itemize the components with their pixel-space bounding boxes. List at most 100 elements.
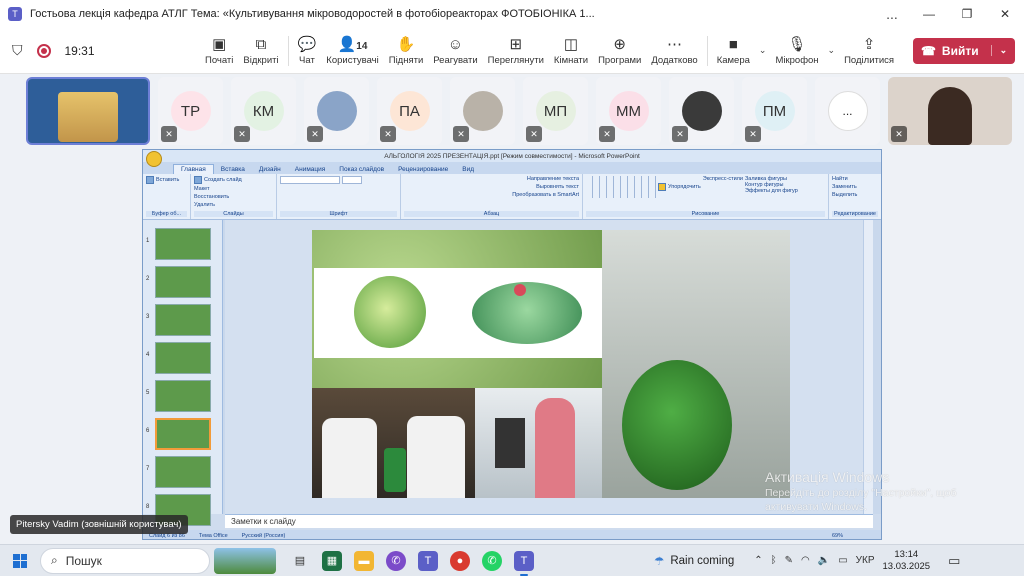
ribbon-tab[interactable]: Вставка <box>214 165 252 174</box>
shape-effects-button[interactable]: Эффекты для фигур <box>745 188 798 194</box>
delete-slide-button[interactable]: Удалить <box>194 202 273 208</box>
slide-thumbnail[interactable] <box>155 456 211 488</box>
more-options-icon[interactable]: ... <box>874 6 910 22</box>
viber-icon[interactable]: ✆ <box>386 550 406 571</box>
leave-options-chevron-icon[interactable]: ⌄ <box>990 45 1007 56</box>
ribbon-tab[interactable]: Вид <box>455 165 481 174</box>
whatsapp-icon[interactable]: ✆ <box>482 550 502 571</box>
start-button[interactable] <box>0 553 40 568</box>
replace-button[interactable]: Заменить <box>832 184 878 190</box>
participant-tile[interactable]: ПА ✕ <box>377 77 442 145</box>
create-slide-button[interactable]: Создать слайд <box>194 176 273 184</box>
file-explorer-icon[interactable]: ▬ <box>354 550 374 571</box>
raise-hand-button[interactable]: ✋ Підняти <box>384 28 429 74</box>
text-direction-button[interactable]: Направление текста <box>527 176 579 182</box>
restore-button[interactable]: ❐ <box>948 0 986 28</box>
camera-button[interactable]: ■ Камера <box>712 28 755 74</box>
find-button[interactable]: Найти <box>832 176 878 182</box>
current-slide[interactable] <box>312 230 790 498</box>
slide-thumbnail[interactable] <box>155 228 211 260</box>
ribbon-tab[interactable]: Рецензирование <box>391 165 455 174</box>
taskbar-search[interactable]: ⌕ Пошук <box>40 547 210 574</box>
participant-tile[interactable]: ТР ✕ <box>158 77 223 145</box>
group-font: Шрифт <box>277 174 401 219</box>
quick-styles-button[interactable]: Экспресс-стили <box>703 176 743 198</box>
participant-tile[interactable]: ПМ ✕ <box>742 77 807 145</box>
participant-tile[interactable]: ММ ✕ <box>596 77 661 145</box>
chevron-up-icon[interactable]: ⌃ <box>754 555 762 566</box>
presenter-tile[interactable] <box>26 77 150 145</box>
office-button-icon[interactable] <box>146 151 162 167</box>
slide-thumbnail[interactable] <box>155 380 211 412</box>
shared-button[interactable]: ⧉ Відкриті <box>238 28 283 74</box>
participant-tile[interactable]: МП ✕ <box>523 77 588 145</box>
notifications-icon[interactable]: ▭ <box>948 553 960 569</box>
ppt-status-bar: Слайд 6 из 86 Тема Office Русский (Росси… <box>143 530 881 539</box>
shapes-gallery[interactable] <box>586 176 656 198</box>
pen-icon[interactable]: ✎ <box>785 555 793 566</box>
battery-icon[interactable]: ▭ <box>838 555 847 566</box>
shield-icon[interactable]: ⛉ <box>12 42 23 59</box>
ppt-title-bar: АЛЬГОЛОГІЯ 2025 ПРЕЗЕНТАЦІЯ.ppt [Режим с… <box>143 150 881 167</box>
close-button[interactable]: ✕ <box>986 0 1024 28</box>
minimize-button[interactable]: — <box>910 0 948 28</box>
ribbon-tab[interactable]: Главная <box>173 164 214 174</box>
font-name-field[interactable] <box>280 176 340 184</box>
select-button[interactable]: Выделить <box>832 192 878 198</box>
react-button[interactable]: ☺ Реагувати <box>428 28 482 74</box>
language-indicator[interactable]: УКР <box>856 555 875 566</box>
ribbon-tab[interactable]: Показ слайдов <box>332 165 391 174</box>
self-tile[interactable]: ✕ <box>888 77 1012 145</box>
smartart-button[interactable]: Преобразовать в SmartArt <box>512 192 579 198</box>
slide-thumbnail[interactable] <box>155 266 211 298</box>
restore-layout-button[interactable]: Восстановить <box>194 194 273 200</box>
notes-field[interactable]: Заметки к слайду <box>225 514 873 528</box>
mic-options-chevron-icon[interactable]: ⌄ <box>828 45 836 56</box>
participant-tile[interactable]: ✕ <box>450 77 515 145</box>
cell-diagram-image <box>314 268 602 358</box>
participant-tile-more[interactable]: ... <box>815 77 880 145</box>
clock[interactable]: 13:14 13.03.2025 <box>883 549 931 573</box>
view-button[interactable]: ⊞ Переглянути <box>483 28 549 74</box>
leave-button[interactable]: ☎ Вийти ⌄ <box>913 37 1016 64</box>
ribbon-tab[interactable]: Анимация <box>288 165 333 174</box>
teams-active-icon[interactable]: T <box>514 550 534 576</box>
notes-icon: ▣ <box>212 36 227 53</box>
status-zoom[interactable]: 69% <box>832 533 843 539</box>
notes-button[interactable]: ▣ Початі <box>200 28 238 74</box>
grid-icon: ⊞ <box>509 36 523 53</box>
wifi-icon[interactable]: ◠ <box>801 555 810 566</box>
participant-tile[interactable]: КМ ✕ <box>231 77 296 145</box>
participant-tile[interactable]: ✕ <box>304 77 369 145</box>
layout-button[interactable]: Макет <box>194 186 273 192</box>
slide-thumbnail[interactable] <box>155 418 211 450</box>
mic-button[interactable]: 🎙 Мікрофон <box>770 28 823 74</box>
paste-button[interactable]: Вставить <box>146 176 179 184</box>
avatar-initials: МП <box>535 91 576 131</box>
ribbon-tab[interactable]: Дизайн <box>252 165 288 174</box>
teams-taskbar-icon[interactable]: T <box>418 550 438 571</box>
slide-number: 8 <box>146 504 150 510</box>
task-view-icon[interactable]: ▤ <box>290 551 310 571</box>
bluetooth-icon[interactable]: ᛒ <box>771 555 777 566</box>
align-text-button[interactable]: Выровнять текст <box>536 184 579 190</box>
weather-widget[interactable]: ☂ Rain coming <box>654 554 734 568</box>
chrome-icon[interactable]: ● <box>450 550 470 571</box>
share-button[interactable]: ⇪ Поділитися <box>839 28 899 74</box>
volume-icon[interactable]: 🔈 <box>818 555 830 566</box>
rooms-button[interactable]: ◫ Кімнати <box>549 28 593 74</box>
camera-options-chevron-icon[interactable]: ⌄ <box>759 45 767 56</box>
slide-thumbnail[interactable] <box>155 304 211 336</box>
arrange-button[interactable]: Упорядочить <box>658 176 701 198</box>
participant-tile[interactable]: ✕ <box>669 77 734 145</box>
teams-icon: T <box>8 7 22 21</box>
slide-thumbnail[interactable] <box>155 342 211 374</box>
calculator-icon[interactable]: ▦ <box>322 550 342 571</box>
more-button[interactable]: ⋯ Додатково <box>646 28 702 74</box>
font-size-field[interactable] <box>342 176 362 184</box>
people-button[interactable]: 👤14 Користувачі <box>321 28 383 74</box>
mic-off-icon: 🎙 <box>787 36 807 53</box>
mic-muted-icon: ✕ <box>526 126 542 142</box>
chat-button[interactable]: 💬 Чат <box>293 28 322 74</box>
apps-button[interactable]: ⊕ Програми <box>593 28 646 74</box>
